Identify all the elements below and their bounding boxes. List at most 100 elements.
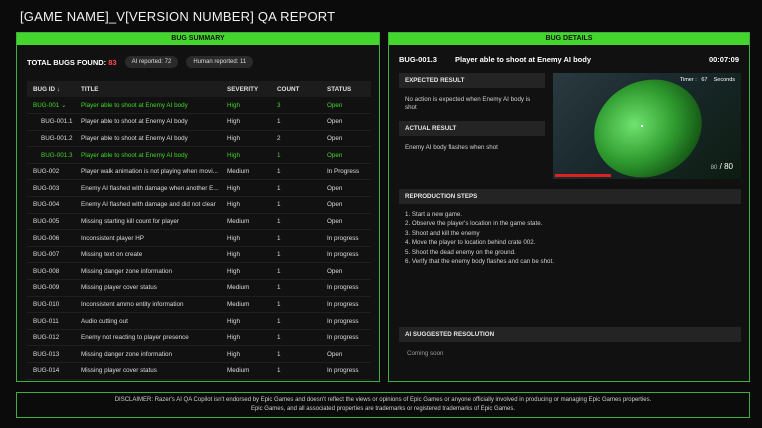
table-row[interactable]: BUG-008 Missing danger zone information Hi…: [27, 262, 371, 281]
repro-step: 4. Move the player to location behind cr…: [405, 239, 536, 247]
cell-title: Player able to shoot at Enemy AI body: [75, 146, 221, 164]
human-reported-badge[interactable]: Human reported: 11: [186, 56, 254, 68]
cell-severity: High: [221, 113, 271, 131]
cell-status: In progress: [321, 362, 371, 380]
ai-resolution-heading: AI SUGGESTED RESOLUTION: [399, 327, 741, 342]
cell-title: Missing danger zone information: [75, 262, 221, 281]
cell-severity: High: [221, 229, 271, 247]
col-status[interactable]: STATUS: [321, 81, 371, 97]
cell-count: 1: [271, 196, 321, 214]
cell-title: Missing player cover status: [75, 362, 221, 380]
col-severity[interactable]: SEVERITY: [221, 81, 271, 97]
totals-bar: TOTAL BUGS FOUND: 83 AI reported: 72 Hum…: [27, 55, 254, 69]
cell-status: In progress: [321, 296, 371, 314]
table-row[interactable]: BUG-001 ⌄ Player able to shoot at Enemy A…: [27, 97, 371, 115]
cell-title: Inconsistent player HP: [75, 229, 221, 247]
cell-title: Inconsistent ammo entity information: [75, 296, 221, 314]
cell-count: 1: [271, 329, 321, 347]
timer-label: Timer :: [679, 77, 697, 83]
cell-count: 1: [271, 163, 321, 181]
ai-reported-badge[interactable]: AI reported: 72: [124, 56, 179, 68]
cell-severity: High: [221, 179, 271, 198]
cell-count: 1: [271, 229, 321, 247]
cell-status: In Progress: [321, 163, 371, 181]
ammo-counter: 80 / 80: [711, 162, 733, 171]
cell-count: 1: [271, 362, 321, 380]
bug-video-thumbnail[interactable]: Timer : 67 Seconds 80 / 80: [553, 73, 741, 179]
cell-severity: Medium: [221, 296, 271, 314]
col-count[interactable]: COUNT: [271, 81, 321, 97]
total-bugs-label: TOTAL BUGS FOUND: 83: [27, 58, 117, 67]
cell-status: Open: [321, 179, 371, 198]
cell-severity: High: [221, 312, 271, 330]
cell-bug-id: BUG-014: [27, 362, 75, 380]
repro-step: 1. Start a new game.: [405, 211, 463, 218]
repro-step: 3. Shoot and kill the enemy: [405, 229, 480, 237]
cell-bug-id: BUG-001.3: [27, 146, 75, 164]
cell-title: Player able to shoot at Enemy AI body: [75, 113, 221, 131]
total-bugs-count: 83: [108, 57, 117, 67]
cell-count: 1: [271, 179, 321, 198]
cell-count: 3: [271, 97, 321, 115]
table-row[interactable]: BUG-013 Missing danger zone information Hi…: [27, 345, 371, 363]
cell-bug-id: BUG-011: [27, 312, 75, 330]
actual-result-heading: ACTUAL RESULT: [399, 121, 545, 136]
cell-title: Enemy not reacting to player presence: [75, 329, 221, 347]
ammo-current: 80: [710, 165, 718, 171]
cell-status: In progress: [321, 279, 371, 297]
table-row[interactable]: BUG-010 Inconsistent ammo entity informat…: [27, 296, 371, 314]
cell-severity: High: [221, 97, 271, 115]
cell-severity: High: [221, 345, 271, 363]
cell-status: Open: [321, 262, 371, 281]
disclaimer-line-1: DISCLAIMER: Razer's AI QA Copilot isn't …: [114, 397, 652, 403]
table-row[interactable]: BUG-011 Audio cutting out High 1 In progress: [27, 312, 371, 330]
cell-count: 1: [271, 296, 321, 314]
table-row[interactable]: BUG-006 Inconsistent player HP High 1 In pro…: [27, 229, 371, 247]
table-row[interactable]: BUG-004 Enemy AI flashed with damage and …: [27, 196, 371, 214]
cell-status: Open: [321, 97, 371, 115]
detail-bug-id: BUG-001.3: [399, 55, 437, 64]
table-row[interactable]: BUG-003 Enemy AI flashed with damage when…: [27, 179, 371, 198]
total-bugs-text: TOTAL BUGS FOUND:: [27, 57, 107, 67]
cell-status: Open: [321, 213, 371, 231]
cell-bug-id: BUG-002: [27, 163, 75, 181]
cell-status: Open: [321, 345, 371, 363]
ammo-separator: /: [719, 162, 722, 171]
cell-status: Open: [321, 196, 371, 214]
cell-title: Missing player cover status: [75, 279, 221, 297]
disclaimer: DISCLAIMER: Razer's AI QA Copilot isn't …: [16, 392, 750, 418]
cell-bug-id: BUG-006: [27, 229, 75, 247]
cell-severity: Medium: [221, 163, 271, 181]
cell-count: 1: [271, 345, 321, 363]
cell-count: 1: [271, 146, 321, 164]
table-row[interactable]: BUG-001.2 Player able to shoot at Enemy A…: [27, 130, 371, 148]
timer-value: 67: [701, 77, 708, 83]
table-row[interactable]: BUG-001.1 Player able to shoot at Enemy A…: [27, 113, 371, 131]
table-row[interactable]: BUG-001.3 Player able to shoot at Enemy A…: [27, 146, 371, 164]
table-row[interactable]: BUG-012 Enemy not reacting to player pres…: [27, 329, 371, 347]
repro-steps-heading: REPRODUCTION STEPS: [399, 189, 741, 204]
cell-severity: Medium: [221, 279, 271, 297]
timer-unit: Seconds: [713, 77, 735, 83]
bug-table-header: BUG ID ↓ TITLE SEVERITY COUNT STATUS: [27, 81, 371, 97]
table-row[interactable]: BUG-002 Player walk animation is not play…: [27, 163, 371, 181]
col-bug-id[interactable]: BUG ID ↓: [27, 81, 75, 97]
cell-status: Open: [321, 146, 371, 164]
repro-step: 5. Shoot the dead enemy on the ground.: [405, 248, 516, 256]
cell-count: 1: [271, 213, 321, 231]
table-row[interactable]: BUG-014 Missing player cover status Medium…: [27, 362, 371, 380]
expected-result-text: No action is expected when Enemy AI body…: [405, 96, 531, 111]
cell-title: Missing text on create: [75, 246, 221, 264]
cell-severity: Medium: [221, 362, 271, 380]
table-row[interactable]: BUG-009 Missing player cover status Medium…: [27, 279, 371, 297]
ammo-max: 80: [724, 162, 733, 171]
cell-status: In progress: [321, 246, 371, 264]
cell-status: In progress: [321, 329, 371, 347]
detail-timestamp: 00:07:09: [708, 55, 739, 64]
detail-bug-title: Player able to shoot at Enemy AI body: [455, 55, 592, 64]
enemy-body-blob: [578, 73, 718, 179]
table-row[interactable]: BUG-005 Missing starting kill count for p…: [27, 213, 371, 231]
table-row[interactable]: BUG-007 Missing text on create High 1 In pro…: [27, 246, 371, 264]
col-title[interactable]: TITLE: [75, 81, 221, 97]
cell-title: Player able to shoot at Enemy AI body: [75, 130, 221, 148]
